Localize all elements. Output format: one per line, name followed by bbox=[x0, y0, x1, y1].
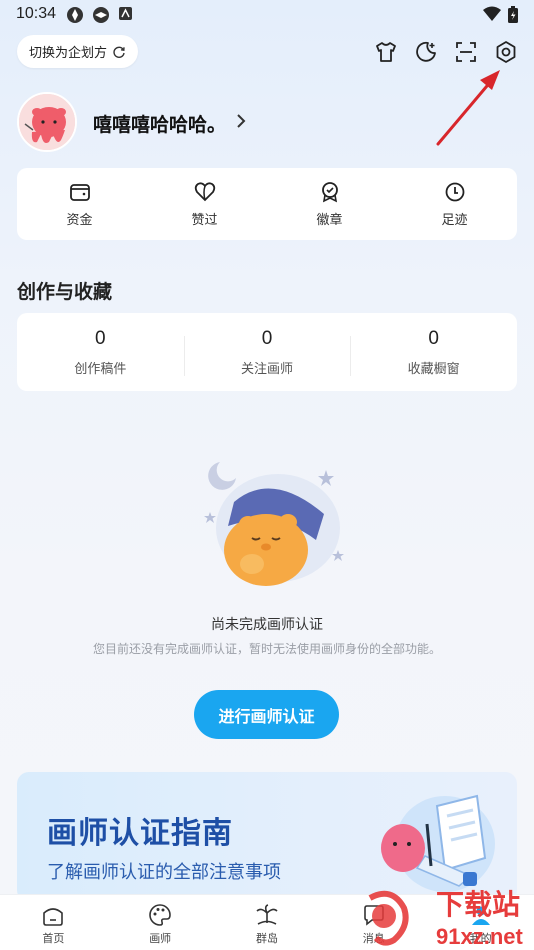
stat-label: 创作稿件 bbox=[74, 360, 127, 376]
certification-guide-card[interactable]: 画师认证指南 了解画师认证的全部注意事项 bbox=[17, 772, 517, 902]
gear-icon[interactable] bbox=[494, 40, 518, 64]
quick-action-funds[interactable]: 资金 bbox=[17, 168, 142, 240]
stat-label: 收藏橱窗 bbox=[407, 360, 460, 376]
quick-action-badges[interactable]: 徽章 bbox=[267, 168, 392, 240]
start-certification-button[interactable]: 进行画师认证 bbox=[194, 690, 339, 739]
stat-creations[interactable]: 0 创作稿件 bbox=[17, 328, 184, 377]
scan-icon[interactable] bbox=[454, 40, 478, 64]
clock-icon bbox=[445, 182, 464, 201]
quick-action-liked[interactable]: 赞过 bbox=[142, 168, 267, 240]
guide-title: 画师认证指南 bbox=[47, 817, 233, 850]
nav-label: 画师 bbox=[149, 933, 172, 945]
switch-role-label: 切换为企划方 bbox=[29, 45, 108, 60]
stat-value: 0 bbox=[261, 327, 273, 349]
sleeping-bear-illustration bbox=[204, 462, 344, 586]
nav-islands[interactable]: 群岛 bbox=[214, 895, 321, 950]
quick-action-label: 足迹 bbox=[441, 211, 468, 227]
moon-plus-icon[interactable] bbox=[414, 40, 438, 64]
wifi-icon bbox=[483, 6, 501, 21]
guide-subtitle: 了解画师认证的全部注意事项 bbox=[47, 862, 281, 882]
home-icon bbox=[43, 908, 64, 926]
app-notification-icon bbox=[93, 7, 109, 23]
status-bar: 10:34 bbox=[0, 0, 534, 30]
island-icon bbox=[256, 904, 278, 925]
watermark-logo: 下载站 91xz.net bbox=[368, 889, 523, 949]
quick-action-label: 徽章 bbox=[316, 211, 343, 227]
stat-following[interactable]: 0 关注画师 bbox=[183, 327, 351, 377]
app-notification-icon bbox=[119, 7, 132, 20]
annotation-arrow-icon bbox=[436, 70, 500, 146]
refresh-icon bbox=[113, 46, 125, 58]
palette-icon bbox=[149, 904, 171, 926]
quick-actions-card: 资金 赞过 徽章 足迹 bbox=[17, 168, 517, 240]
section-title: 创作与收藏 bbox=[17, 282, 113, 303]
profile-header[interactable]: 嘻嘻嘻哈哈哈。 bbox=[17, 92, 417, 152]
battery-icon bbox=[508, 6, 518, 23]
guide-illustration bbox=[381, 794, 495, 892]
heart-icon bbox=[194, 181, 215, 201]
stats-card: 0 创作稿件 0 关注画师 0 收藏橱窗 bbox=[17, 313, 517, 391]
stat-value: 0 bbox=[428, 327, 439, 349]
watermark-main-text: 下载站 bbox=[436, 889, 520, 920]
stat-label: 关注画师 bbox=[241, 360, 294, 376]
nav-label: 首页 bbox=[42, 933, 65, 945]
watermark-site-text: 91xz.net bbox=[436, 924, 523, 949]
app-notification-icon bbox=[67, 7, 83, 23]
octopus-avatar-icon bbox=[19, 94, 75, 150]
wallet-icon bbox=[69, 183, 90, 201]
nav-artists[interactable]: 画师 bbox=[107, 895, 214, 950]
quick-action-label: 资金 bbox=[66, 211, 93, 227]
chevron-right-icon[interactable] bbox=[235, 112, 247, 130]
switch-role-button[interactable]: 切换为企划方 bbox=[17, 35, 138, 68]
nav-label: 群岛 bbox=[255, 933, 278, 945]
empty-state-description: 您目前还没有完成画师认证，暂时无法使用画师身份的全部功能。 bbox=[92, 642, 441, 656]
quick-action-footprints[interactable]: 足迹 bbox=[392, 168, 517, 240]
empty-state-title: 尚未完成画师认证 bbox=[211, 616, 323, 632]
nav-home[interactable]: 首页 bbox=[0, 895, 107, 950]
stat-value: 0 bbox=[95, 327, 106, 349]
top-bar: 切换为企划方 bbox=[0, 35, 534, 69]
shirt-icon[interactable] bbox=[374, 40, 398, 64]
stat-collections[interactable]: 0 收藏橱窗 bbox=[350, 328, 517, 377]
avatar[interactable] bbox=[17, 92, 77, 152]
username[interactable]: 嘻嘻嘻哈哈哈。 bbox=[93, 110, 226, 137]
status-time: 10:34 bbox=[16, 5, 57, 22]
quick-action-label: 赞过 bbox=[191, 211, 218, 227]
badge-icon bbox=[321, 181, 338, 202]
